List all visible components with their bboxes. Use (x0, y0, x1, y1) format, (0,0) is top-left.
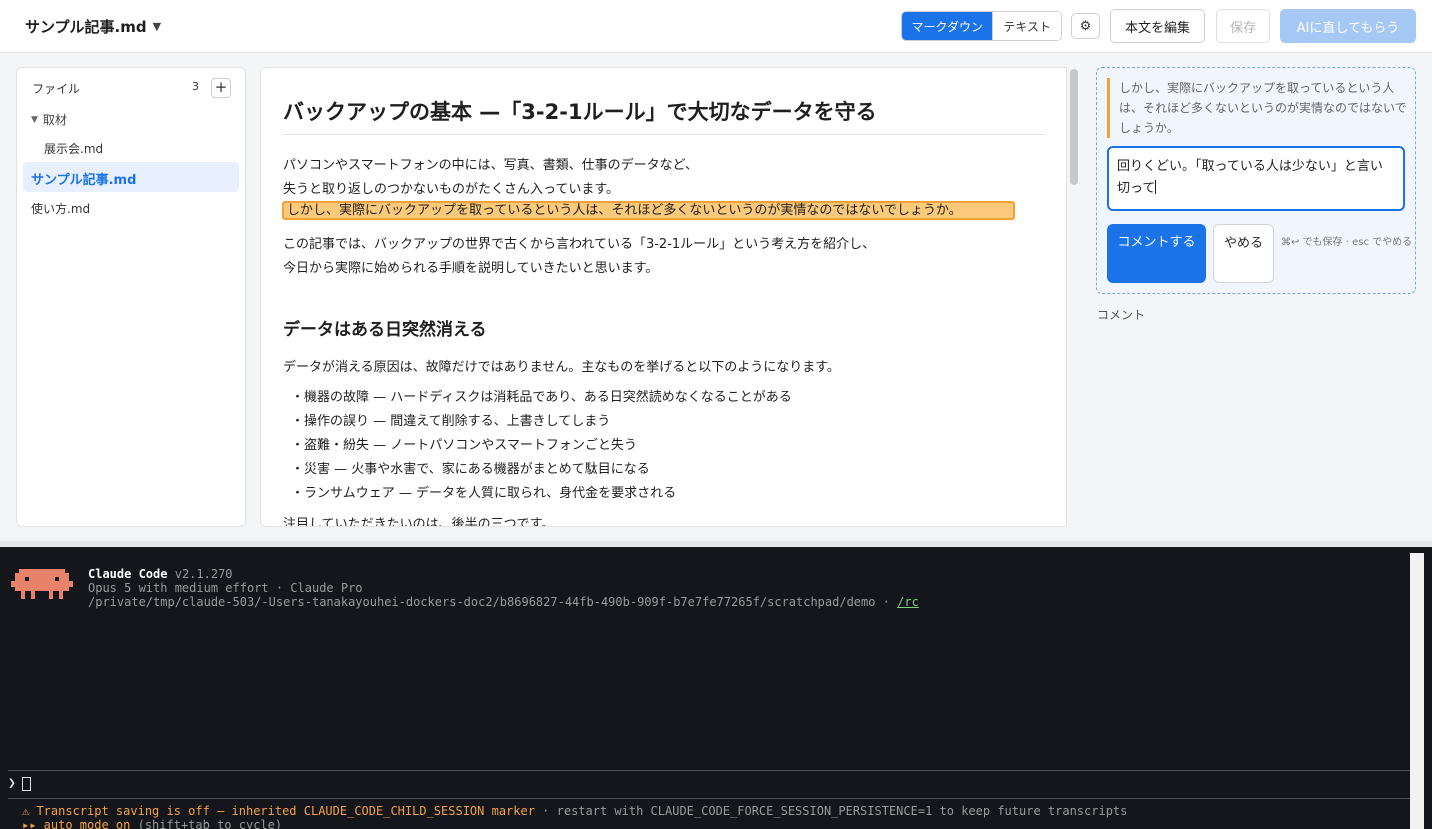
terminal-pane[interactable]: Claude Code v2.1.270 Opus 5 with medium … (0, 547, 1432, 829)
list-item: ・操作の誤り — 間違えて削除する、上書きしてしまう (291, 414, 611, 429)
paragraph-line: 注目していただきたいのは、後半の三つです。 (283, 517, 555, 527)
list-item: ・機器の故障 — ハードディスクは消耗品であり、ある日突然読めなくなることがある (291, 390, 792, 405)
comment-input-value: 回りくどい。「取っている人は少ない」と言い切って (1117, 159, 1383, 196)
file-item-label: サンプル記事.md (31, 173, 137, 188)
mode-text-button[interactable]: テキスト (992, 12, 1061, 40)
terminal-prompt[interactable]: ❯ (8, 776, 31, 791)
rc-link[interactable]: /rc (897, 595, 919, 609)
prompt-divider-top (8, 770, 1424, 771)
save-button[interactable]: 保存 (1216, 9, 1270, 43)
folder-label: 取材 (42, 113, 67, 127)
sidebar-title: ファイル (32, 82, 81, 96)
quoted-selection: しかし、実際にバックアップを取っているという人は、それほど多くないというのが実情… (1107, 78, 1409, 138)
document-title: サンプル記事.md (25, 18, 147, 36)
section-heading: データはある日突然消える (283, 320, 487, 340)
view-mode-toggle: マークダウン テキスト (901, 11, 1062, 41)
paragraph-line: この記事では、バックアップの世界で古くから言われている「3-2-1ルール」という… (283, 237, 876, 252)
warning-detail: · restart with CLAUDE_CODE_FORCE_SESSION… (534, 804, 1128, 818)
file-item-active[interactable]: サンプル記事.md (23, 162, 239, 192)
top-bar: サンプル記事.md ▼ マークダウン テキスト ⚙ 本文を編集 保存 AIに直し… (0, 0, 1432, 53)
file-item[interactable]: 展示会.md (44, 140, 103, 157)
terminal-scrollbar[interactable] (1410, 553, 1424, 829)
prompt-symbol: ❯ (8, 776, 16, 791)
highlighted-sentence[interactable]: しかし、実際にバックアップを取っているという人は、それほど多くないというのが実情… (282, 201, 1015, 220)
editor-scrollbar-thumb[interactable] (1070, 69, 1078, 185)
folder-item[interactable]: ▼ 取材 (31, 111, 67, 128)
paragraph-line: パソコンやスマートフォンの中には、写真、書類、仕事のデータなど、 (283, 158, 698, 173)
plus-icon: + (214, 78, 228, 96)
terminal-app-name: Claude Code v2.1.270 (88, 567, 233, 581)
auto-mode-label: ▸▸ auto mode on (22, 818, 131, 829)
article-heading: バックアップの基本 —「3-2-1ルール」で大切なデータを守る (283, 96, 1045, 135)
chevron-down-icon: ▼ (152, 20, 162, 33)
claude-code-logo (11, 569, 73, 599)
file-count: 3 (192, 80, 199, 93)
terminal-cursor (21, 776, 31, 791)
transcript-warning: ⚠ Transcript saving is off — inherited C… (22, 804, 1127, 818)
list-item: ・盗難・紛失 — ノートパソコンやスマートフォンごと失う (291, 438, 637, 453)
paragraph-line: 失うと取り返しのつかないものがたくさん入っています。 (283, 182, 620, 197)
triangle-down-icon: ▼ (31, 114, 38, 125)
ai-fix-button[interactable]: AIに直してもらう (1280, 9, 1416, 43)
markdown-preview[interactable]: バックアップの基本 —「3-2-1ルール」で大切なデータを守る パソコンやスマー… (260, 67, 1067, 527)
workspace: ファイル 3 + ▼ 取材 展示会.md サンプル記事.md 使い方.md バッ… (0, 53, 1432, 541)
submit-comment-button[interactable]: コメントする (1107, 224, 1206, 283)
add-file-button[interactable]: + (211, 78, 231, 98)
working-path: /private/tmp/claude-503/-Users-tanakayou… (88, 595, 898, 609)
settings-button[interactable]: ⚙ (1071, 13, 1100, 39)
mode-markdown-button[interactable]: マークダウン (902, 12, 993, 40)
auto-mode-status: ▸▸ auto mode on (shift+tab to cycle) (22, 818, 282, 829)
list-item: ・災害 — 火事や水害で、家にある機器がまとめて駄目になる (291, 462, 650, 477)
comment-input[interactable]: 回りくどい。「取っている人は少ない」と言い切って (1107, 146, 1405, 211)
cancel-comment-button[interactable]: やめる (1213, 224, 1274, 283)
model-line: Opus 5 with medium effort · Claude Pro (88, 581, 363, 595)
warning-main: ⚠ Transcript saving is off — inherited C… (22, 804, 535, 818)
app-version: v2.1.270 (174, 567, 233, 581)
working-directory: /private/tmp/claude-503/-Users-tanakayou… (88, 595, 919, 609)
text-cursor (1155, 180, 1157, 194)
document-title-menu[interactable]: サンプル記事.md ▼ (25, 16, 161, 37)
paragraph-line: 今日から実際に始められる手順を説明していきたいと思います。 (283, 261, 659, 276)
file-item[interactable]: 使い方.md (31, 200, 90, 217)
edit-body-button[interactable]: 本文を編集 (1110, 9, 1205, 43)
paragraph-line: データが消える原因は、故障だけではありません。主なものを挙げると以下のようになり… (283, 360, 840, 375)
shortcut-hint: ⌘↩ でも保存 · esc でやめる (1281, 237, 1413, 248)
comment-composer: しかし、実際にバックアップを取っているという人は、それほど多くないというのが実情… (1096, 67, 1416, 294)
prompt-divider-bottom (8, 798, 1424, 799)
app-name: Claude Code (88, 567, 168, 581)
comments-section-label: コメント (1097, 308, 1146, 322)
file-sidebar: ファイル 3 + ▼ 取材 展示会.md サンプル記事.md 使い方.md (16, 67, 246, 527)
auto-mode-hint: (shift+tab to cycle) (130, 818, 283, 829)
list-item: ・ランサムウェア — データを人質に取られ、身代金を要求される (291, 486, 677, 501)
gear-icon: ⚙ (1079, 18, 1092, 34)
